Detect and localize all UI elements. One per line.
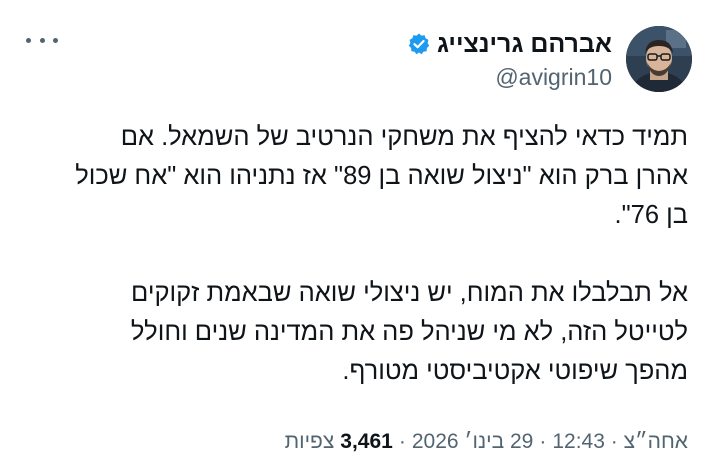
author-handle[interactable]: @avigrin10 bbox=[407, 62, 612, 92]
meta-separator: · bbox=[539, 430, 547, 453]
more-dot bbox=[39, 37, 45, 43]
tweet-time[interactable]: אחה״צ · 12:43 bbox=[552, 428, 688, 456]
tweet-text-blank-line bbox=[28, 235, 688, 274]
author-display-name[interactable]: אברהם גרינצייג bbox=[437, 28, 612, 60]
avatar-photo bbox=[626, 26, 692, 92]
more-dot bbox=[53, 37, 58, 43]
tweet-text-line: תמיד כדאי להציף את משחקי הנרטיב של השמאל… bbox=[120, 123, 688, 151]
tweet-meta: אחה״צ · 12:43 · 29 בינו׳ 2026 · 3,461 צפ… bbox=[285, 428, 688, 456]
verified-badge-icon[interactable] bbox=[407, 32, 431, 56]
tweet-text-line: בן 76". bbox=[614, 201, 688, 229]
tweet-card: אברהם גרינצייג @avigrin10 תמיד כדאי להצי… bbox=[0, 0, 720, 469]
meta-separator: · bbox=[398, 430, 406, 453]
author-name-row: אברהם גרינצייג bbox=[407, 28, 612, 60]
more-dot bbox=[26, 37, 31, 43]
views-label: צפיות bbox=[284, 430, 335, 453]
tweet-text-line: מהפך שיפוטי אקטיביסטי מטורף. bbox=[342, 357, 688, 385]
author-block: אברהם גרינצייג @avigrin10 bbox=[407, 28, 612, 92]
tweet-text-line: אל תבלבלו את המוח, יש ניצולי שואה שבאמת … bbox=[131, 279, 688, 307]
more-options-icon[interactable] bbox=[26, 30, 58, 50]
tweet-text-line: אהרן ברק הוא "ניצול שואה בן 89" אז נתניה… bbox=[75, 162, 688, 190]
views-count[interactable]: 3,461 bbox=[340, 428, 393, 456]
tweet-date[interactable]: 29 בינו׳ 2026 bbox=[412, 428, 533, 456]
avatar[interactable] bbox=[626, 26, 692, 92]
tweet-text: תמיד כדאי להציף את משחקי הנרטיב של השמאל… bbox=[28, 118, 688, 391]
tweet-text-line: לטייטל הזה, לא מי שניהל פה את המדינה שני… bbox=[130, 318, 688, 346]
